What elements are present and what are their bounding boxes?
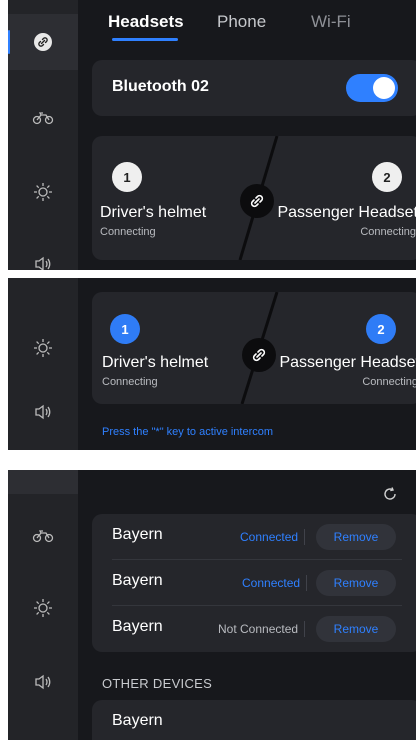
driver-helmet-icon: 1 — [112, 162, 142, 192]
other-devices-title: OTHER DEVICES — [102, 676, 213, 691]
passenger-helmet-icon: 2 — [366, 314, 396, 344]
paired-devices-card: Bayern Connected Remove Bayern Connected… — [92, 514, 416, 652]
device-row[interactable]: Bayern Connected Remove — [92, 514, 416, 560]
device-row[interactable]: Bayern Connected Remove — [92, 560, 416, 606]
driver-name: Driver's helmet — [100, 204, 207, 221]
device-row[interactable]: Bayern — [92, 700, 416, 740]
driver-helmet-icon: 1 — [110, 314, 140, 344]
intercom-panel: 1 Driver's helmet Connecting 2 Passenger… — [8, 278, 416, 450]
toggle-knob — [373, 77, 395, 99]
intercom-card: 1 Driver's helmet Connecting 2 Passenger… — [92, 136, 416, 260]
tab-wifi[interactable]: Wi-Fi — [311, 12, 351, 32]
bluetooth-toggle[interactable] — [346, 74, 398, 102]
passenger-name: Passenger Headset — [279, 354, 416, 371]
sidebar-item-link[interactable] — [8, 14, 78, 70]
refresh-icon[interactable] — [382, 486, 400, 504]
sidebar-item-motorcycle[interactable] — [8, 90, 78, 146]
passenger-status: Connecting — [362, 376, 416, 388]
tab-phone[interactable]: Phone — [217, 12, 266, 32]
device-name: Bayern — [112, 572, 163, 589]
sidebar-item-motorcycle[interactable] — [8, 508, 78, 564]
volume-icon — [35, 256, 51, 270]
sidebar-item-selected[interactable] — [8, 470, 78, 494]
tab-underline — [112, 38, 178, 41]
device-name: Bayern — [112, 526, 163, 543]
driver-status: Connecting — [102, 376, 158, 388]
pair-link-icon[interactable] — [240, 184, 274, 218]
motorcycle-icon — [32, 112, 54, 125]
device-status: Connected — [240, 530, 299, 544]
sidebar-item-volume[interactable] — [8, 654, 78, 710]
brightness-icon — [34, 599, 52, 617]
device-status: Connected — [242, 576, 301, 590]
sidebar-item-volume[interactable] — [8, 384, 78, 440]
passenger-name: Passenger Headset — [277, 204, 416, 221]
other-devices-card: Bayern — [92, 700, 416, 740]
sidebar — [8, 278, 78, 450]
passenger-status: Connecting — [360, 226, 416, 238]
bluetooth-card: Bluetooth 02 — [92, 60, 416, 116]
driver-name: Driver's helmet — [102, 354, 209, 371]
sidebar — [8, 470, 78, 740]
device-name: Bayern — [112, 712, 163, 729]
motorcycle-icon — [32, 530, 54, 543]
device-name: Bayern — [112, 618, 163, 635]
link-icon — [34, 33, 52, 51]
remove-button[interactable]: Remove — [316, 616, 396, 642]
device-status: Not Connected — [218, 622, 299, 636]
remove-button[interactable]: Remove — [316, 570, 396, 596]
intercom-hint: Press the "*" key to active intercom — [102, 426, 274, 438]
sidebar-item-brightness[interactable] — [8, 164, 78, 220]
volume-icon — [35, 674, 51, 690]
sidebar-item-brightness[interactable] — [8, 320, 78, 376]
active-indicator — [8, 30, 10, 54]
tab-headsets[interactable]: Headsets — [108, 12, 184, 32]
devices-panel: Bayern Connected Remove Bayern Connected… — [8, 470, 416, 740]
passenger-helmet-icon: 2 — [372, 162, 402, 192]
bluetooth-device-label: Bluetooth 02 — [112, 78, 209, 95]
sidebar-item-brightness[interactable] — [8, 580, 78, 636]
brightness-icon — [34, 183, 52, 201]
status-separator — [306, 575, 307, 591]
remove-button[interactable]: Remove — [316, 524, 396, 550]
headsets-panel: Headsets Phone Wi-Fi Bluetooth 02 1 Driv… — [8, 0, 416, 270]
brightness-icon — [34, 339, 52, 357]
pair-link-icon[interactable] — [242, 338, 276, 372]
status-separator — [304, 529, 305, 545]
driver-status: Connecting — [100, 226, 156, 238]
sidebar — [8, 0, 78, 270]
device-row[interactable]: Bayern Not Connected Remove — [92, 606, 416, 652]
intercom-card: 1 Driver's helmet Connecting 2 Passenger… — [92, 292, 416, 404]
sidebar-item-volume[interactable] — [8, 236, 78, 270]
status-separator — [304, 621, 305, 637]
volume-icon — [35, 404, 51, 420]
